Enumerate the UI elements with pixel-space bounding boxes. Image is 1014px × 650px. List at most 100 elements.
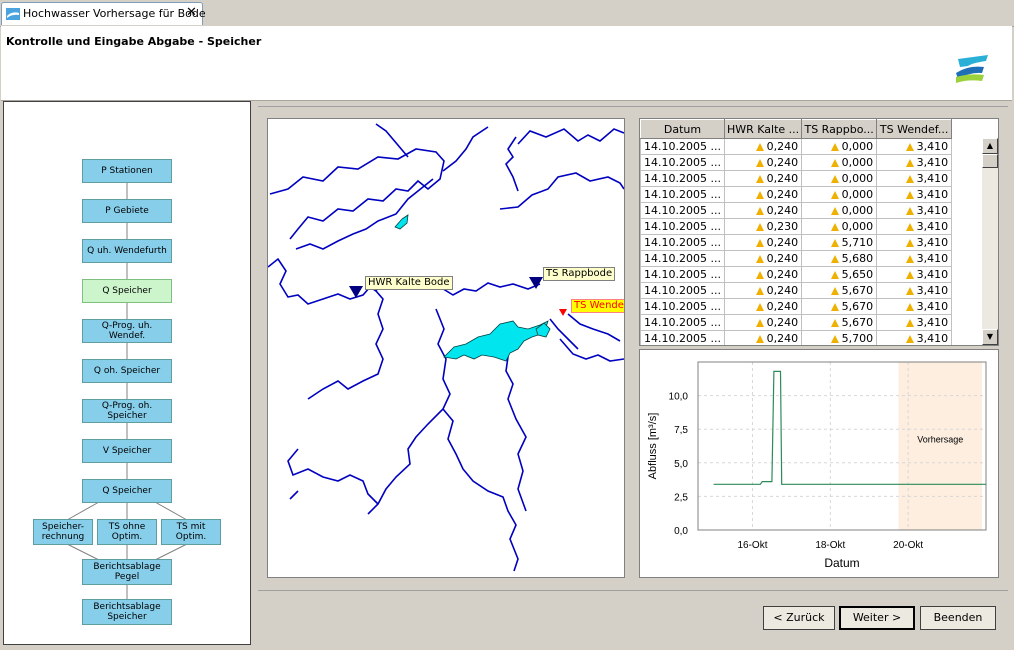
- table-row[interactable]: 14.10.2005 ... 0,240 5,670 3,410: [640, 314, 953, 331]
- scroll-thumb[interactable]: [982, 154, 998, 168]
- close-icon[interactable]: ✕: [186, 5, 197, 20]
- step-q-uh-wendefurth[interactable]: Q uh. Wendefurth: [82, 239, 172, 263]
- cell-value[interactable]: 3,410: [876, 202, 953, 219]
- cell-value[interactable]: 0,240: [723, 186, 803, 203]
- marker-ts-wendefurth[interactable]: [559, 309, 567, 316]
- table-row[interactable]: 14.10.2005 ... 0,240 0,000 3,410: [640, 138, 953, 155]
- cell-value[interactable]: 0,240: [723, 330, 803, 345]
- step-q-speicher-active[interactable]: Q Speicher: [82, 279, 172, 303]
- step-q-prog-oh-speicher[interactable]: Q-Prog. oh. Speicher: [82, 399, 172, 423]
- cell-value[interactable]: 0,240: [723, 250, 803, 267]
- cell-datum[interactable]: 14.10.2005 ...: [640, 298, 725, 315]
- cell-value[interactable]: 0,240: [723, 282, 803, 299]
- scroll-up-icon[interactable]: ▲: [982, 138, 998, 154]
- step-ts-mit-optim[interactable]: TS mit Optim.: [161, 519, 221, 545]
- step-q-prog-uh-wendef[interactable]: Q-Prog. uh. Wendef.: [82, 319, 172, 343]
- back-button[interactable]: < Zurück: [763, 606, 835, 630]
- scroll-down-icon[interactable]: ▼: [982, 329, 998, 345]
- cell-value[interactable]: 0,240: [723, 202, 803, 219]
- table-row[interactable]: 14.10.2005 ... 0,240 5,650 3,410: [640, 266, 953, 283]
- cell-datum[interactable]: 14.10.2005 ...: [640, 138, 725, 155]
- cell-value[interactable]: 3,410: [876, 250, 953, 267]
- table-row[interactable]: 14.10.2005 ... 0,240 0,000 3,410: [640, 154, 953, 171]
- table-row[interactable]: 14.10.2005 ... 0,240 0,000 3,410: [640, 186, 953, 203]
- map-label-ts-wendefurth[interactable]: TS Wendef: [571, 299, 624, 313]
- cell-value[interactable]: 0,000: [801, 170, 878, 187]
- cell-value[interactable]: 0,000: [801, 202, 878, 219]
- table-row[interactable]: 14.10.2005 ... 0,240 5,680 3,410: [640, 250, 953, 267]
- cell-datum[interactable]: 14.10.2005 ...: [640, 314, 725, 331]
- step-speicherrechnung[interactable]: Speicher-rechnung: [33, 519, 93, 545]
- cell-value[interactable]: 0,000: [801, 218, 878, 235]
- cell-value[interactable]: 0,000: [801, 138, 878, 155]
- cell-value[interactable]: 3,410: [876, 186, 953, 203]
- step-p-stationen[interactable]: P Stationen: [82, 159, 172, 183]
- table-row[interactable]: 14.10.2005 ... 0,240 5,700 3,410: [640, 330, 953, 345]
- finish-button[interactable]: Beenden: [920, 606, 996, 630]
- cell-datum[interactable]: 14.10.2005 ...: [640, 266, 725, 283]
- cell-value[interactable]: 0,240: [723, 234, 803, 251]
- map-label-hwr-kalte-bode[interactable]: HWR Kalte Bode: [365, 276, 453, 290]
- cell-value[interactable]: 3,410: [876, 330, 953, 345]
- cell-value[interactable]: 0,240: [723, 298, 803, 315]
- cell-value[interactable]: 0,240: [723, 170, 803, 187]
- cell-value[interactable]: 5,670: [801, 282, 878, 299]
- cell-datum[interactable]: 14.10.2005 ...: [640, 282, 725, 299]
- cell-value[interactable]: 0,240: [723, 154, 803, 171]
- cell-datum[interactable]: 14.10.2005 ...: [640, 250, 725, 267]
- table-scrollbar[interactable]: ▲ ▼: [982, 138, 998, 345]
- cell-value-text: 0,000: [841, 220, 874, 233]
- cell-value[interactable]: 3,410: [876, 314, 953, 331]
- cell-value[interactable]: 0,240: [723, 138, 803, 155]
- cell-value[interactable]: 3,410: [876, 170, 953, 187]
- column-header-hwr[interactable]: HWR Kalte ...: [723, 119, 803, 139]
- step-ts-ohne-optim[interactable]: TS ohne Optim.: [97, 519, 157, 545]
- table-row[interactable]: 14.10.2005 ... 0,230 0,000 3,410: [640, 218, 953, 235]
- cell-value[interactable]: 5,650: [801, 266, 878, 283]
- cell-datum[interactable]: 14.10.2005 ...: [640, 330, 725, 345]
- cell-datum[interactable]: 14.10.2005 ...: [640, 170, 725, 187]
- marker-ts-rappbode[interactable]: [529, 277, 543, 289]
- table-row[interactable]: 14.10.2005 ... 0,240 0,000 3,410: [640, 170, 953, 187]
- cell-datum[interactable]: 14.10.2005 ...: [640, 234, 725, 251]
- step-berichtsablage-pegel[interactable]: Berichtsablage Pegel: [82, 559, 172, 585]
- step-v-speicher[interactable]: V Speicher: [82, 439, 172, 463]
- cell-value[interactable]: 0,240: [723, 314, 803, 331]
- cell-value[interactable]: 3,410: [876, 138, 953, 155]
- cell-datum[interactable]: 14.10.2005 ...: [640, 154, 725, 171]
- step-q-oh-speicher[interactable]: Q oh. Speicher: [82, 359, 172, 383]
- column-header-datum[interactable]: Datum: [640, 119, 725, 139]
- cell-value[interactable]: 3,410: [876, 218, 953, 235]
- marker-hwr-kalte-bode[interactable]: [349, 286, 363, 298]
- map-label-ts-rappbode[interactable]: TS Rappbode: [543, 267, 616, 281]
- table-row[interactable]: 14.10.2005 ... 0,240 5,670 3,410: [640, 282, 953, 299]
- cell-value[interactable]: 5,710: [801, 234, 878, 251]
- cell-datum[interactable]: 14.10.2005 ...: [640, 186, 725, 203]
- cell-value[interactable]: 0,000: [801, 186, 878, 203]
- table-row[interactable]: 14.10.2005 ... 0,240 0,000 3,410: [640, 202, 953, 219]
- column-header-rappbode[interactable]: TS Rappbo...: [801, 119, 878, 139]
- cell-datum[interactable]: 14.10.2005 ...: [640, 202, 725, 219]
- step-q-speicher-2[interactable]: Q Speicher: [82, 479, 172, 503]
- table-row[interactable]: 14.10.2005 ... 0,240 5,670 3,410: [640, 298, 953, 315]
- cell-value[interactable]: 5,680: [801, 250, 878, 267]
- step-p-gebiete[interactable]: P Gebiete: [82, 199, 172, 223]
- cell-value[interactable]: 0,240: [723, 266, 803, 283]
- cell-value[interactable]: 0,000: [801, 154, 878, 171]
- cell-value[interactable]: 5,670: [801, 298, 878, 315]
- cell-value[interactable]: 5,700: [801, 330, 878, 345]
- river-map[interactable]: HWR Kalte Bode TS Rappbode TS Wendef: [267, 118, 625, 578]
- cell-value[interactable]: 3,410: [876, 234, 953, 251]
- column-header-wendefurth[interactable]: TS Wendef...: [876, 119, 953, 139]
- cell-value[interactable]: 3,410: [876, 282, 953, 299]
- cell-value[interactable]: 3,410: [876, 154, 953, 171]
- table-row[interactable]: 14.10.2005 ... 0,240 5,710 3,410: [640, 234, 953, 251]
- cell-value[interactable]: 5,670: [801, 314, 878, 331]
- cell-datum[interactable]: 14.10.2005 ...: [640, 218, 725, 235]
- tab-hochwasser[interactable]: Hochwasser Vorhersage für Bode ✕: [1, 2, 206, 25]
- step-berichtsablage-speicher[interactable]: Berichtsablage Speicher: [82, 599, 172, 625]
- cell-value[interactable]: 3,410: [876, 266, 953, 283]
- cell-value[interactable]: 3,410: [876, 298, 953, 315]
- cell-value[interactable]: 0,230: [723, 218, 803, 235]
- next-button[interactable]: Weiter >: [839, 606, 915, 630]
